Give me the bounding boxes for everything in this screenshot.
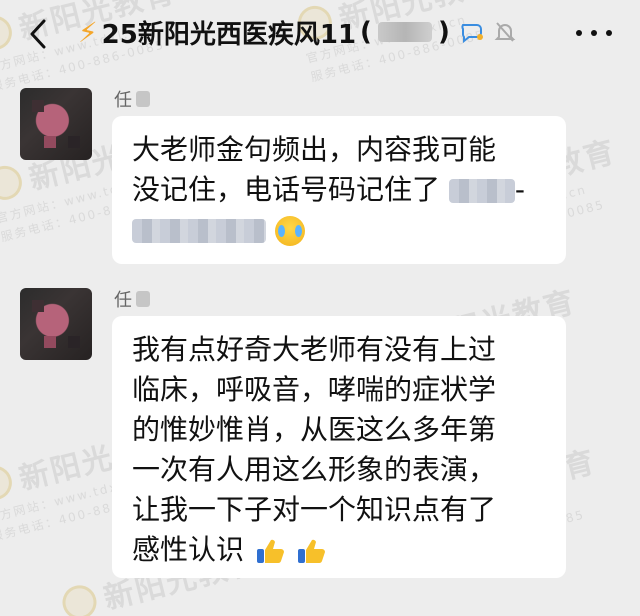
chat-bubble-icon (461, 24, 483, 43)
lightning-icon: ⚡ (78, 15, 98, 49)
message-line: 的惟妙惟肖，从医这么多年第 (132, 413, 497, 446)
message-bubble[interactable]: 我有点好奇大老师有没有上过 临床，呼吸音，哮喘的症状学 的惟妙惟肖，从医这么多年… (112, 316, 566, 578)
message-line: 感性认识 (132, 530, 546, 570)
redacted-name (136, 91, 150, 107)
more-options-button[interactable] (576, 20, 612, 46)
avatar[interactable] (20, 88, 92, 160)
thumbs-up-icon (297, 539, 325, 564)
bell-off-icon (494, 22, 516, 42)
redacted-name (136, 291, 150, 307)
sender-name: 任 (114, 86, 150, 112)
message-line: 临床，呼吸音，哮喘的症状学 (132, 373, 497, 406)
message-line: 一次有人用这么形象的表演， (132, 453, 497, 486)
message-line: 我有点好奇大老师有没有上过 (132, 333, 497, 366)
message-line: 没记住，电话号码记住了 - (132, 173, 526, 206)
member-count-open: ( (360, 17, 372, 47)
sender-name: 任 (114, 286, 150, 312)
message-line (132, 210, 546, 250)
message-bubble[interactable]: 大老师金句频出，内容我可能 没记住，电话号码记住了 - (112, 116, 566, 264)
member-count-close: ) (437, 17, 450, 47)
more-dots-icon (576, 30, 582, 36)
laughing-crying-emoji-icon (274, 216, 305, 246)
message-line: 大老师金句频出，内容我可能 (132, 133, 497, 166)
redacted-member-count (377, 22, 432, 42)
back-button[interactable] (24, 16, 52, 52)
chevron-left-icon (30, 19, 46, 49)
thumbs-up-icon (256, 539, 284, 564)
chat-header: ⚡ 25新阳光西医疾风11 ( ) (0, 0, 640, 68)
avatar[interactable] (20, 288, 92, 360)
redacted-phone (132, 219, 266, 243)
redacted-phone (448, 179, 515, 203)
message-line: 让我一下子对一个知识点有了 (132, 493, 497, 526)
chat-title-row[interactable]: ⚡ 25新阳光西医疾风11 ( ) (78, 12, 516, 52)
chat-title: 25新阳光西医疾风11 (101, 19, 357, 50)
